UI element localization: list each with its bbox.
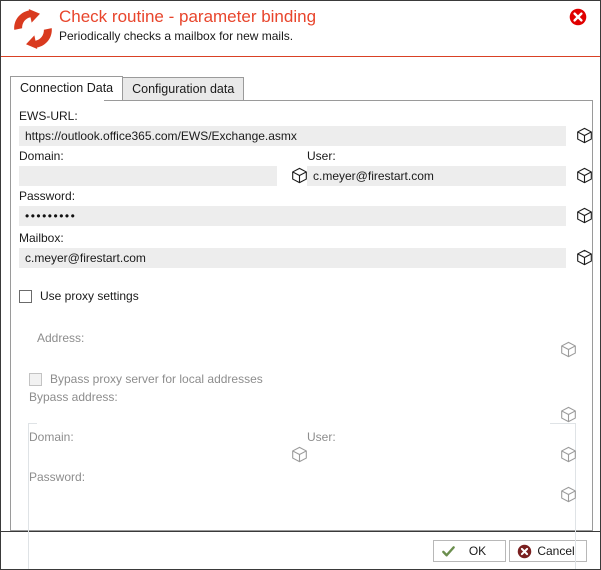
bypass-proxy-local-checkbox[interactable]: Bypass proxy server for local addresses	[29, 372, 263, 386]
proxy-domain-label: Domain:	[29, 430, 74, 444]
mailbox-label: Mailbox:	[19, 231, 64, 245]
connection-data-form: EWS-URL: Domain: User: Password: •••••••…	[11, 101, 594, 569]
bypass-proxy-local-label: Bypass proxy server for local addresses	[50, 372, 263, 386]
proxy-address-binding-cube-icon[interactable]	[560, 341, 577, 358]
parameter-binding-dialog: Check routine - parameter binding Period…	[0, 0, 601, 570]
proxy-user-input[interactable]	[307, 447, 550, 467]
dialog-subtitle: Periodically checks a mailbox for new ma…	[59, 29, 294, 43]
domain-input[interactable]	[19, 166, 277, 186]
proxy-password-label: Password:	[29, 470, 86, 484]
proxy-address-input[interactable]	[37, 348, 550, 368]
proxy-domain-input[interactable]	[37, 447, 285, 467]
tab-connection-data[interactable]: Connection Data	[10, 76, 124, 100]
bypass-address-input[interactable]	[37, 407, 550, 427]
ews-url-label: EWS-URL:	[19, 109, 78, 123]
password-binding-cube-icon[interactable]	[576, 207, 593, 224]
close-icon[interactable]	[569, 8, 587, 26]
active-tab-seam	[11, 100, 104, 101]
mailbox-input[interactable]	[19, 248, 566, 268]
proxy-user-binding-cube-icon[interactable]	[560, 446, 577, 463]
checkbox-box	[29, 372, 42, 386]
tab-bar: Connection Data Configuration data	[10, 76, 245, 100]
checkbox-box	[19, 289, 32, 303]
header-text-block: Check routine - parameter binding Period…	[59, 6, 316, 44]
use-proxy-settings-label: Use proxy settings	[40, 289, 139, 303]
domain-label: Domain:	[19, 149, 64, 163]
proxy-address-label: Address:	[37, 331, 85, 345]
user-label: User:	[307, 149, 336, 163]
proxy-user-label: User:	[307, 430, 336, 444]
use-proxy-settings-checkbox[interactable]: Use proxy settings	[19, 289, 139, 303]
bypass-address-label: Bypass address:	[29, 390, 118, 404]
proxy-password-input[interactable]	[37, 487, 550, 507]
refresh-cycle-icon	[14, 8, 52, 50]
domain-binding-cube-icon[interactable]	[291, 167, 308, 184]
dialog-title: Check routine - parameter binding	[59, 7, 317, 26]
tab-content-panel: EWS-URL: Domain: User: Password: •••••••…	[10, 100, 594, 569]
mailbox-binding-cube-icon[interactable]	[576, 249, 593, 266]
dialog-header: Check routine - parameter binding Period…	[1, 1, 600, 57]
proxy-domain-binding-cube-icon[interactable]	[291, 446, 308, 463]
ews-url-input[interactable]	[19, 126, 566, 146]
password-input[interactable]: •••••••••	[19, 206, 566, 226]
user-input[interactable]	[307, 166, 566, 186]
user-binding-cube-icon[interactable]	[576, 167, 593, 184]
ews-url-binding-cube-icon[interactable]	[576, 127, 593, 144]
tab-configuration-data[interactable]: Configuration data	[122, 77, 245, 100]
proxy-password-binding-cube-icon[interactable]	[560, 486, 577, 503]
bypass-address-binding-cube-icon[interactable]	[560, 406, 577, 423]
password-label: Password:	[19, 189, 76, 203]
